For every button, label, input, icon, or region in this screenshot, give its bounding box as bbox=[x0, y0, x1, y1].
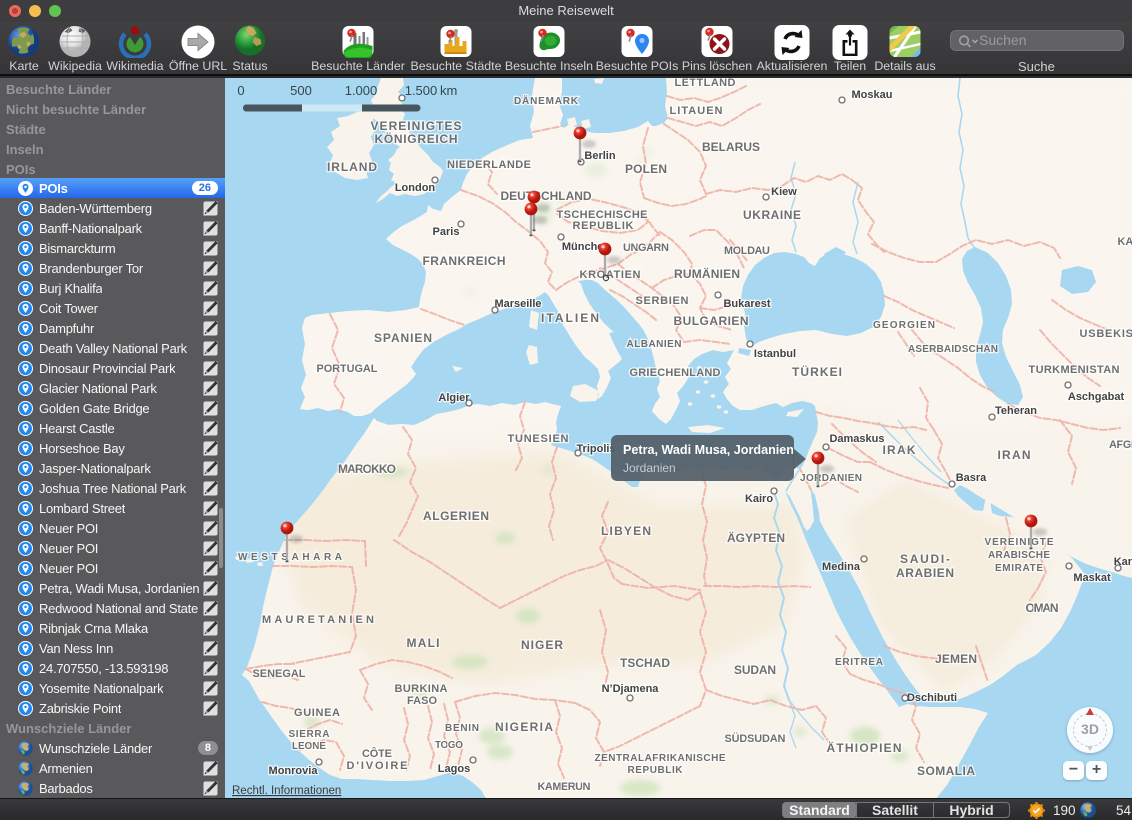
svg-text:KAMERUN: KAMERUN bbox=[538, 781, 591, 793]
svg-text:USBEKIST: USBEKIST bbox=[1080, 328, 1132, 340]
svg-text:KAS: KAS bbox=[1118, 236, 1132, 248]
svg-text:Tripolis: Tripolis bbox=[576, 443, 615, 455]
svg-text:KROATIEN: KROATIEN bbox=[580, 269, 641, 281]
svg-text:Monrovia: Monrovia bbox=[269, 765, 319, 777]
svg-text:ARABIEN: ARABIEN bbox=[896, 566, 954, 580]
svg-text:IRAN: IRAN bbox=[998, 448, 1031, 462]
svg-text:TURKMENISTAN: TURKMENISTAN bbox=[1029, 364, 1120, 376]
svg-text:BELARUS: BELARUS bbox=[702, 140, 760, 154]
svg-text:ASERBAIDSCHAN: ASERBAIDSCHAN bbox=[908, 344, 998, 355]
svg-text:Damaskus: Damaskus bbox=[829, 433, 884, 445]
svg-text:UNGARN: UNGARN bbox=[623, 242, 669, 254]
svg-text:DÄNEMARK: DÄNEMARK bbox=[514, 94, 579, 107]
svg-text:POLEN: POLEN bbox=[625, 162, 667, 176]
svg-text:JEMEN: JEMEN bbox=[935, 652, 977, 666]
svg-text:UKRAINE: UKRAINE bbox=[743, 208, 801, 222]
svg-text:SENEGAL: SENEGAL bbox=[253, 668, 306, 680]
svg-text:ALBANIEN: ALBANIEN bbox=[627, 339, 682, 350]
svg-text:SOMALIA: SOMALIA bbox=[917, 764, 975, 778]
svg-text:BENIN: BENIN bbox=[445, 723, 479, 734]
svg-text:London: London bbox=[395, 182, 436, 194]
svg-text:Istanbul: Istanbul bbox=[754, 348, 796, 360]
svg-text:Basra: Basra bbox=[956, 472, 987, 484]
svg-text:ZENTRALAFRIKANISCHE: ZENTRALAFRIKANISCHE bbox=[595, 753, 726, 764]
svg-text:ERITREA: ERITREA bbox=[835, 657, 883, 668]
svg-text:SÜDSUDAN: SÜDSUDAN bbox=[725, 732, 786, 745]
svg-text:Rechtl. Informationen: Rechtl. Informationen bbox=[232, 785, 341, 797]
svg-text:SERBIEN: SERBIEN bbox=[636, 295, 689, 307]
svg-text:500: 500 bbox=[290, 83, 312, 98]
svg-text:Lagos: Lagos bbox=[438, 763, 470, 775]
svg-text:SUDAN: SUDAN bbox=[734, 663, 776, 677]
svg-text:IRAK: IRAK bbox=[883, 443, 916, 457]
svg-text:FRANKREICH: FRANKREICH bbox=[423, 254, 506, 268]
svg-text:OMAN: OMAN bbox=[1026, 601, 1059, 615]
svg-text:MOLDAU: MOLDAU bbox=[724, 245, 770, 257]
svg-text:AFGH: AFGH bbox=[1109, 439, 1132, 451]
svg-text:REPUBLIK: REPUBLIK bbox=[573, 220, 634, 232]
svg-text:LEONE: LEONE bbox=[292, 741, 326, 752]
svg-text:KÖNIGREICH: KÖNIGREICH bbox=[375, 131, 458, 146]
svg-text:TUNESIEN: TUNESIEN bbox=[508, 433, 569, 445]
svg-text:GEORGIEN: GEORGIEN bbox=[873, 320, 935, 331]
svg-text:Marseille: Marseille bbox=[494, 298, 541, 310]
svg-text:Bukarest: Bukarest bbox=[723, 298, 770, 310]
svg-text:VEREINIGTE: VEREINIGTE bbox=[985, 537, 1054, 548]
svg-text:Paris: Paris bbox=[433, 226, 460, 238]
svg-text:GUINEA: GUINEA bbox=[294, 707, 340, 719]
svg-text:SAUDI-: SAUDI- bbox=[900, 552, 950, 566]
svg-text:ALGERIEN: ALGERIEN bbox=[423, 509, 489, 523]
svg-text:VEREINIGTES: VEREINIGTES bbox=[371, 119, 462, 133]
svg-text:EMIRATE: EMIRATE bbox=[995, 563, 1043, 574]
svg-text:MAROKKO: MAROKKO bbox=[338, 462, 396, 476]
svg-text:0: 0 bbox=[237, 83, 244, 98]
svg-text:LITAUEN: LITAUEN bbox=[670, 105, 723, 117]
svg-text:SIERRA: SIERRA bbox=[289, 729, 330, 740]
svg-text:DEUTSCHLAND: DEUTSCHLAND bbox=[501, 189, 592, 203]
svg-text:ÄTHIOPIEN: ÄTHIOPIEN bbox=[827, 740, 902, 755]
svg-text:MAURETANIEN: MAURETANIEN bbox=[262, 614, 374, 626]
svg-text:ITALIEN: ITALIEN bbox=[541, 311, 599, 325]
svg-text:CÔTE: CÔTE bbox=[362, 747, 392, 760]
svg-text:Maskat: Maskat bbox=[1073, 572, 1111, 584]
svg-text:1.500: 1.500 bbox=[405, 83, 438, 98]
svg-text:Dschibuti: Dschibuti bbox=[907, 692, 957, 704]
svg-text:GRIECHENLAND: GRIECHENLAND bbox=[630, 367, 721, 379]
svg-text:Kairo: Kairo bbox=[745, 493, 773, 505]
svg-text:RUMÄNIEN: RUMÄNIEN bbox=[674, 266, 740, 281]
svg-text:JORDANIEN: JORDANIEN bbox=[800, 473, 862, 484]
svg-text:TÜRKEI: TÜRKEI bbox=[792, 364, 842, 379]
svg-text:BULGARIEN: BULGARIEN bbox=[674, 314, 749, 328]
svg-text:BURKINA: BURKINA bbox=[395, 683, 448, 695]
svg-text:Berlin: Berlin bbox=[584, 150, 615, 162]
svg-text:1.000: 1.000 bbox=[345, 83, 378, 98]
svg-text:N’Djamena: N’Djamena bbox=[602, 683, 660, 695]
svg-text:ARABISCHE: ARABISCHE bbox=[988, 550, 1050, 561]
svg-text:ÄGYPTEN: ÄGYPTEN bbox=[727, 530, 785, 545]
svg-text:NIEDERLANDE: NIEDERLANDE bbox=[447, 159, 531, 171]
svg-text:TOGO: TOGO bbox=[435, 740, 463, 751]
svg-text:km: km bbox=[440, 83, 457, 98]
svg-text:LETTLAND: LETTLAND bbox=[675, 78, 736, 89]
svg-text:Teheran: Teheran bbox=[995, 405, 1037, 417]
svg-text:FASO: FASO bbox=[407, 695, 437, 707]
svg-text:REPUBLIK: REPUBLIK bbox=[628, 765, 684, 776]
svg-text:TSCHAD: TSCHAD bbox=[620, 656, 670, 670]
svg-text:PORTUGAL: PORTUGAL bbox=[317, 363, 378, 375]
svg-text:SPANIEN: SPANIEN bbox=[374, 331, 432, 345]
svg-text:Aschgabat: Aschgabat bbox=[1068, 391, 1125, 403]
svg-text:NIGER: NIGER bbox=[521, 638, 563, 652]
svg-text:Kiew: Kiew bbox=[771, 186, 797, 198]
svg-text:Medina: Medina bbox=[822, 561, 861, 573]
svg-text:IRLAND: IRLAND bbox=[327, 160, 377, 174]
svg-text:Moskau: Moskau bbox=[852, 89, 893, 101]
svg-text:MALI: MALI bbox=[407, 636, 440, 650]
